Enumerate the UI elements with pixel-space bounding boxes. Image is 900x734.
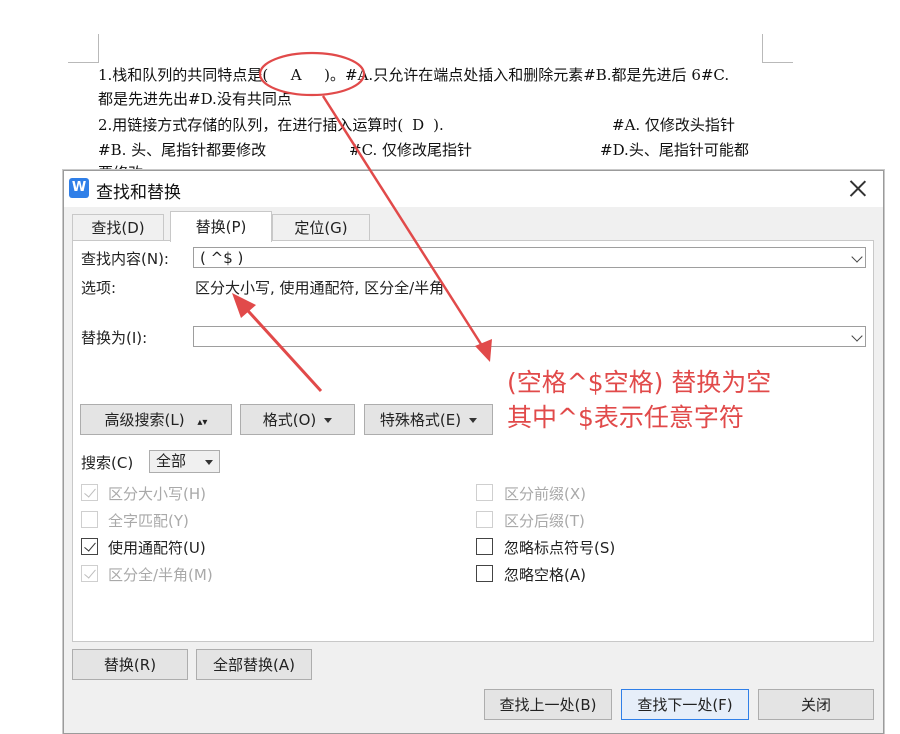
chevron-down-icon[interactable] bbox=[851, 330, 863, 342]
answer-a: A bbox=[290, 66, 302, 84]
special-format-button[interactable]: 特殊格式(E) bbox=[364, 404, 493, 435]
search-label: 搜索(C) bbox=[81, 454, 134, 472]
tab-find[interactable]: 查找(D) bbox=[72, 214, 164, 241]
wildcards-checkbox[interactable] bbox=[81, 538, 98, 555]
ignore-punctuation-checkbox[interactable] bbox=[476, 538, 493, 555]
find-next-button[interactable]: 查找下一处(F) bbox=[621, 689, 749, 720]
chevron-down-icon[interactable] bbox=[851, 251, 863, 263]
ignore-punctuation-label: 忽略标点符号(S) bbox=[504, 539, 616, 557]
find-label: 查找内容(N): bbox=[81, 250, 169, 268]
dropdown-arrow-icon bbox=[205, 460, 213, 465]
suffix-checkbox[interactable] bbox=[476, 511, 493, 528]
options-value: 区分大小写, 使用通配符, 区分全/半角 bbox=[195, 279, 445, 297]
tab-goto[interactable]: 定位(G) bbox=[272, 214, 370, 241]
doc-line-4b: #C. 仅修改尾指针 bbox=[349, 141, 473, 159]
wps-logo-icon: W bbox=[69, 178, 89, 198]
page-corner-left bbox=[68, 34, 99, 63]
options-label: 选项: bbox=[81, 279, 117, 297]
suffix-label: 区分后缀(T) bbox=[504, 512, 585, 530]
whole-word-label: 全字匹配(Y) bbox=[108, 512, 189, 530]
ignore-space-label: 忽略空格(A) bbox=[504, 566, 586, 584]
whole-word-checkbox[interactable] bbox=[81, 511, 98, 528]
tab-replace[interactable]: 替换(P) bbox=[170, 211, 272, 242]
annotation-text-line1: (空格^$空格) 替换为空 bbox=[507, 368, 772, 397]
page-corner-right bbox=[762, 34, 793, 63]
full-half-width-label: 区分全/半角(M) bbox=[108, 566, 213, 584]
close-icon[interactable] bbox=[847, 177, 869, 199]
find-replace-dialog: W 查找和替换 查找(D) 替换(P) 定位(G) 查找内容(N): ( ^$ … bbox=[63, 170, 884, 734]
replace-label: 替换为(I): bbox=[81, 329, 148, 347]
wildcards-label: 使用通配符(U) bbox=[108, 539, 206, 557]
find-input[interactable]: ( ^$ ) bbox=[193, 247, 866, 268]
prefix-checkbox[interactable] bbox=[476, 484, 493, 501]
replace-input[interactable] bbox=[193, 326, 866, 347]
doc-line-3: 2.用链接方式存储的队列，在进行插入运算时(D). bbox=[98, 116, 444, 134]
prefix-label: 区分前缀(X) bbox=[504, 485, 586, 503]
replace-all-button[interactable]: 全部替换(A) bbox=[196, 649, 312, 680]
doc-line-3-option: #A. 仅修改头指针 bbox=[612, 116, 735, 134]
dropdown-arrow-icon bbox=[469, 418, 478, 423]
doc-line-2: 都是先进先出#D.没有共同点 bbox=[98, 90, 292, 108]
dialog-title: 查找和替换 bbox=[96, 183, 181, 203]
close-button[interactable]: 关闭 bbox=[758, 689, 874, 720]
match-case-checkbox[interactable] bbox=[81, 484, 98, 501]
doc-line-4a: #B. 头、尾指针都要修改 bbox=[98, 141, 267, 159]
ignore-space-checkbox[interactable] bbox=[476, 565, 493, 582]
advanced-search-button[interactable]: 高级搜索(L) ▴▾ bbox=[80, 404, 232, 435]
full-half-width-checkbox[interactable] bbox=[81, 565, 98, 582]
search-select[interactable]: 全部 bbox=[149, 450, 220, 473]
format-button[interactable]: 格式(O) bbox=[240, 404, 355, 435]
find-value: ( ^$ ) bbox=[200, 249, 244, 267]
annotation-text-line2: 其中^$表示任意字符 bbox=[507, 403, 744, 432]
find-previous-button[interactable]: 查找上一处(B) bbox=[484, 689, 612, 720]
dropdown-arrow-icon bbox=[324, 418, 333, 423]
match-case-label: 区分大小写(H) bbox=[108, 485, 206, 503]
replace-button[interactable]: 替换(R) bbox=[72, 649, 188, 680]
title-bar[interactable]: W 查找和替换 bbox=[64, 171, 883, 207]
doc-line-4c: #D.头、尾指针可能都 bbox=[600, 141, 749, 159]
collapse-arrows-icon: ▴▾ bbox=[197, 417, 208, 428]
doc-line-1: 1.栈和队列的共同特点是(A)。#A.只允许在端点处插入和删除元素#B.都是先进… bbox=[98, 66, 730, 84]
